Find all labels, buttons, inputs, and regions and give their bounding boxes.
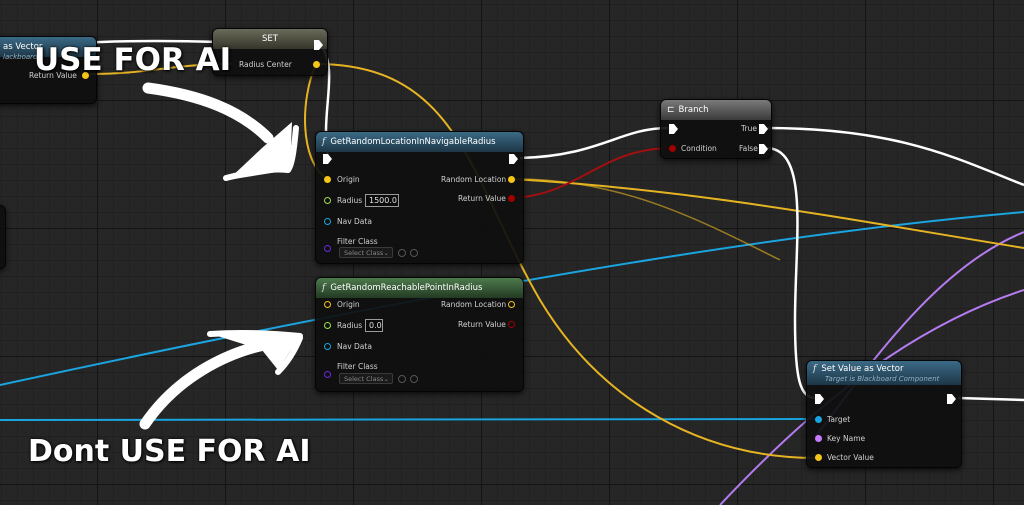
- arrow-bottom-icon: [139, 329, 303, 430]
- annotation-use-for-ai: USE FOR AI: [34, 42, 232, 78]
- blueprint-graph-canvas[interactable]: as Vector lackboard Return Value SET Rad…: [0, 0, 1024, 505]
- annotation-dont-use-for-ai: Dont USE FOR AI: [28, 434, 311, 469]
- arrow-top-icon: [142, 82, 299, 181]
